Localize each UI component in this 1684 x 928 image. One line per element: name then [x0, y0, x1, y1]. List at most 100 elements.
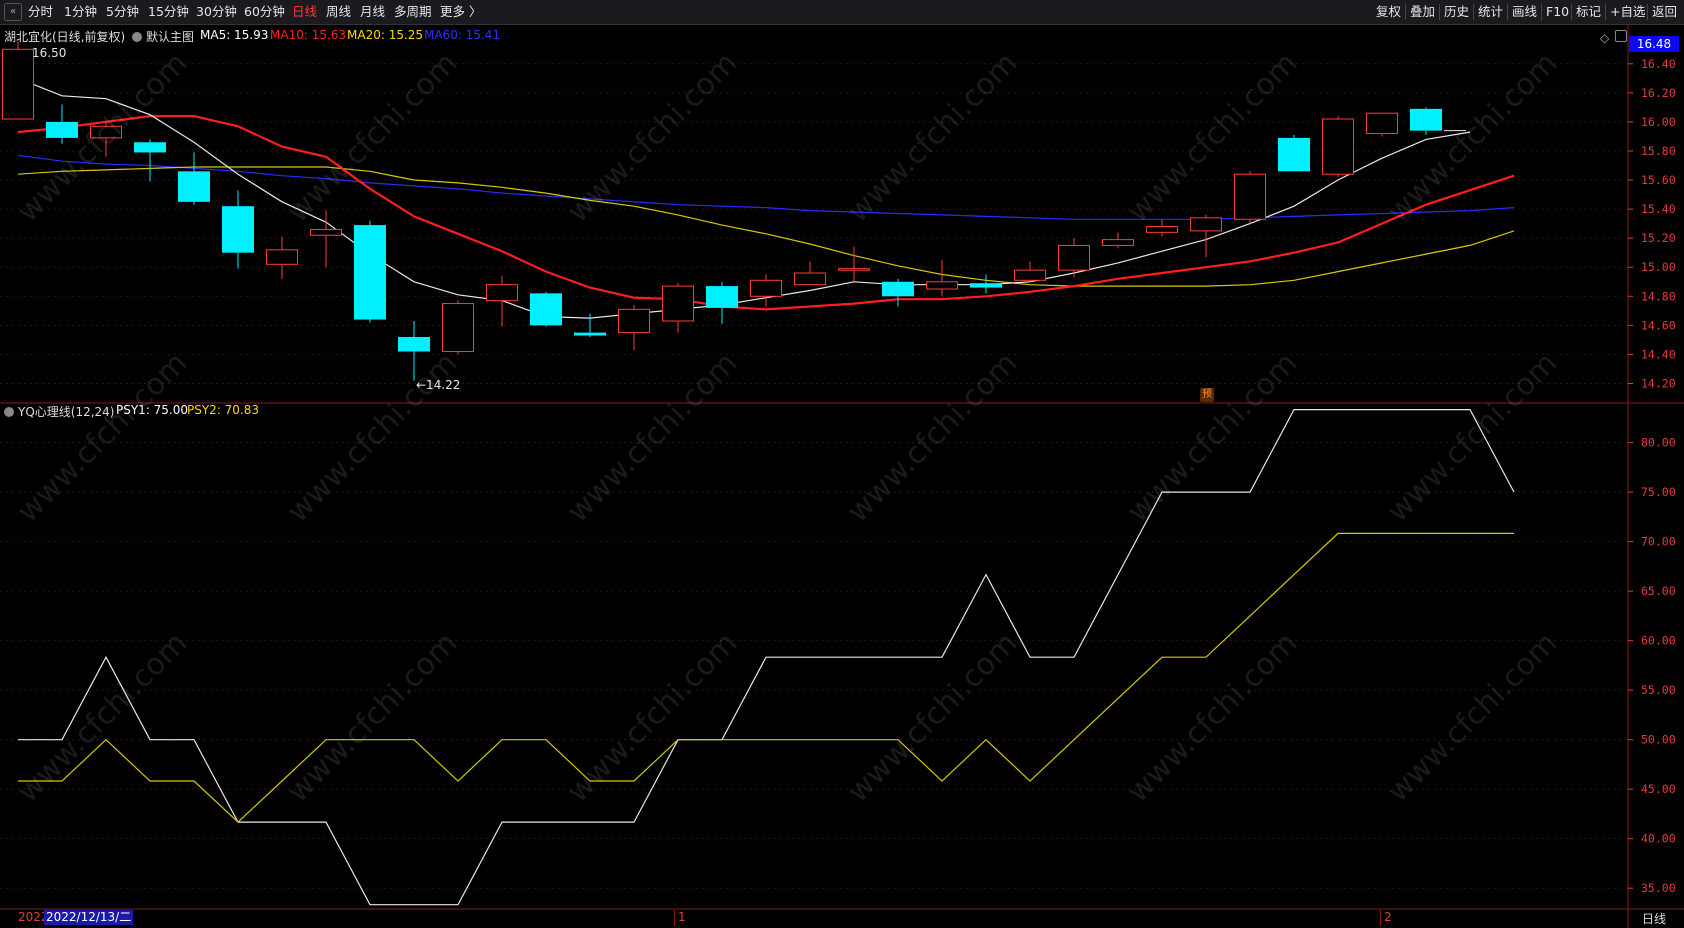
psy-legend-item-1: PSY2: 70.83: [187, 403, 260, 417]
psy-axis-label: 45.00: [1641, 782, 1676, 796]
candle[interactable]: [1366, 112, 1398, 137]
candle-body-up: [442, 303, 474, 353]
candle[interactable]: [618, 305, 650, 351]
low-price-label: ←14.22: [416, 378, 460, 392]
candle[interactable]: [838, 246, 870, 282]
candle-body-down: [970, 283, 1002, 288]
psy-axis: 80.00 75.00 70.00 65.00 60.00 55.00 50.00 45.00…: [1628, 436, 1676, 895]
candle[interactable]: [354, 220, 386, 323]
toolbar-separator: [1507, 4, 1508, 20]
toolbar-button-7[interactable]: +自选: [1610, 4, 1645, 20]
toolbar-button-8[interactable]: 返回: [1652, 4, 1677, 20]
period-tab-2[interactable]: 5分钟: [106, 4, 139, 20]
price-axis-label: 15.80: [1641, 144, 1676, 158]
candle[interactable]: [2, 42, 34, 120]
period-tab-0[interactable]: 分时: [28, 4, 53, 20]
diamond-icon[interactable]: ◇: [1600, 31, 1609, 45]
psy-axis-label: 55.00: [1641, 683, 1676, 697]
candle-body-down: [1410, 108, 1442, 131]
candle[interactable]: [178, 152, 210, 205]
period-tab-5[interactable]: 60分钟: [244, 4, 285, 20]
candle-body-down: [1278, 137, 1310, 172]
candle[interactable]: [222, 190, 254, 269]
toolbar-button-2[interactable]: 历史: [1444, 4, 1469, 20]
settings-circle-icon[interactable]: [132, 32, 142, 42]
candle-body-up: [1234, 173, 1266, 220]
psy-name-label: YQ心理线(12,24): [18, 405, 115, 419]
panel-borders: [0, 25, 1684, 928]
candle[interactable]: [882, 278, 914, 307]
psy-indicator-name[interactable]: YQ心理线(12,24): [4, 403, 115, 420]
toolbar-button-1[interactable]: 叠加: [1410, 4, 1435, 20]
candle-body-up: [266, 249, 298, 265]
candle[interactable]: [1058, 238, 1090, 278]
candle-body-up: [618, 308, 650, 334]
toolbar-button-0[interactable]: 复权: [1376, 4, 1401, 20]
period-tab-10[interactable]: 更多 〉: [440, 4, 481, 20]
candle[interactable]: [1146, 219, 1178, 237]
high-price-label: 16.50: [32, 46, 66, 60]
toolbar-button-4[interactable]: 画线: [1512, 4, 1537, 20]
candle-body-down: [222, 206, 254, 253]
candle[interactable]: [750, 274, 782, 307]
price-axis: 16.40 16.20 16.00 15.80 15.60 15.40 15.20 15.00…: [1628, 57, 1676, 390]
candle[interactable]: [90, 121, 122, 157]
toolbar-button-3[interactable]: 统计: [1478, 4, 1503, 20]
price-axis-label: 15.00: [1641, 260, 1676, 274]
candle[interactable]: [1322, 116, 1354, 178]
candle[interactable]: [530, 291, 562, 327]
period-footer-label[interactable]: 日线: [1642, 910, 1666, 927]
candle[interactable]: [1102, 232, 1134, 249]
candle-body-up: [1014, 269, 1046, 281]
candle[interactable]: [442, 300, 474, 355]
candle[interactable]: [486, 275, 518, 327]
toolbar-separator: [1473, 4, 1474, 20]
candle-body-up: [794, 272, 826, 286]
candle[interactable]: [706, 281, 738, 324]
dropdown-circle-icon[interactable]: [4, 407, 14, 417]
period-tab-1[interactable]: 1分钟: [64, 4, 97, 20]
candle[interactable]: [46, 104, 78, 144]
candle[interactable]: [1410, 107, 1442, 135]
period-tab-6[interactable]: 日线: [292, 4, 317, 20]
price-axis-label: 15.40: [1641, 202, 1676, 216]
candle[interactable]: [970, 274, 1002, 294]
toggle-icon[interactable]: [1615, 30, 1627, 42]
candle-body-up: [310, 228, 342, 236]
indicator-menu[interactable]: 默认主图: [132, 28, 194, 45]
candle[interactable]: [266, 236, 298, 279]
candle[interactable]: [926, 259, 958, 297]
psy-axis-label: 70.00: [1641, 535, 1676, 549]
candle-body-down: [882, 281, 914, 297]
psy-axis-label: 50.00: [1641, 733, 1676, 747]
candle-body-up: [2, 48, 34, 120]
price-axis-label: 16.20: [1641, 86, 1676, 100]
toolbar-button-5[interactable]: F10: [1546, 4, 1569, 20]
indicator-menu-label: 默认主图: [146, 30, 195, 44]
price-axis-label: 16.40: [1641, 57, 1676, 71]
toolbar-button-6[interactable]: 标记: [1576, 4, 1601, 20]
candle-body-up: [750, 279, 782, 297]
stock-label[interactable]: 湖北宜化(日线,前复权): [4, 28, 125, 45]
candle[interactable]: [1278, 134, 1310, 172]
ma-legend-item-3: MA60: 15.41: [424, 28, 501, 42]
period-tab-7[interactable]: 周线: [326, 4, 351, 20]
candle[interactable]: [1234, 171, 1266, 224]
month-tick: [1380, 910, 1381, 926]
candle[interactable]: [310, 210, 342, 268]
candle[interactable]: [398, 320, 430, 381]
period-tab-4[interactable]: 30分钟: [196, 4, 237, 20]
candle[interactable]: [1014, 261, 1046, 282]
period-tab-3[interactable]: 15分钟: [148, 4, 189, 20]
kline-canvas[interactable]: 16.40 16.20 16.00 15.80 15.60 15.40 15.20 15.00…: [0, 0, 1684, 928]
candle[interactable]: [794, 261, 826, 286]
price-axis-label: 16.00: [1641, 115, 1676, 129]
candle-body-up: [1366, 112, 1398, 135]
forecast-badge[interactable]: 预: [1200, 388, 1214, 402]
candle[interactable]: [134, 139, 166, 182]
back-arrow-icon[interactable]: «: [4, 3, 22, 21]
candle-body-up: [838, 268, 870, 271]
candle-body-up: [90, 125, 122, 139]
period-tab-9[interactable]: 多周期: [394, 4, 432, 20]
period-tab-8[interactable]: 月线: [360, 4, 385, 20]
